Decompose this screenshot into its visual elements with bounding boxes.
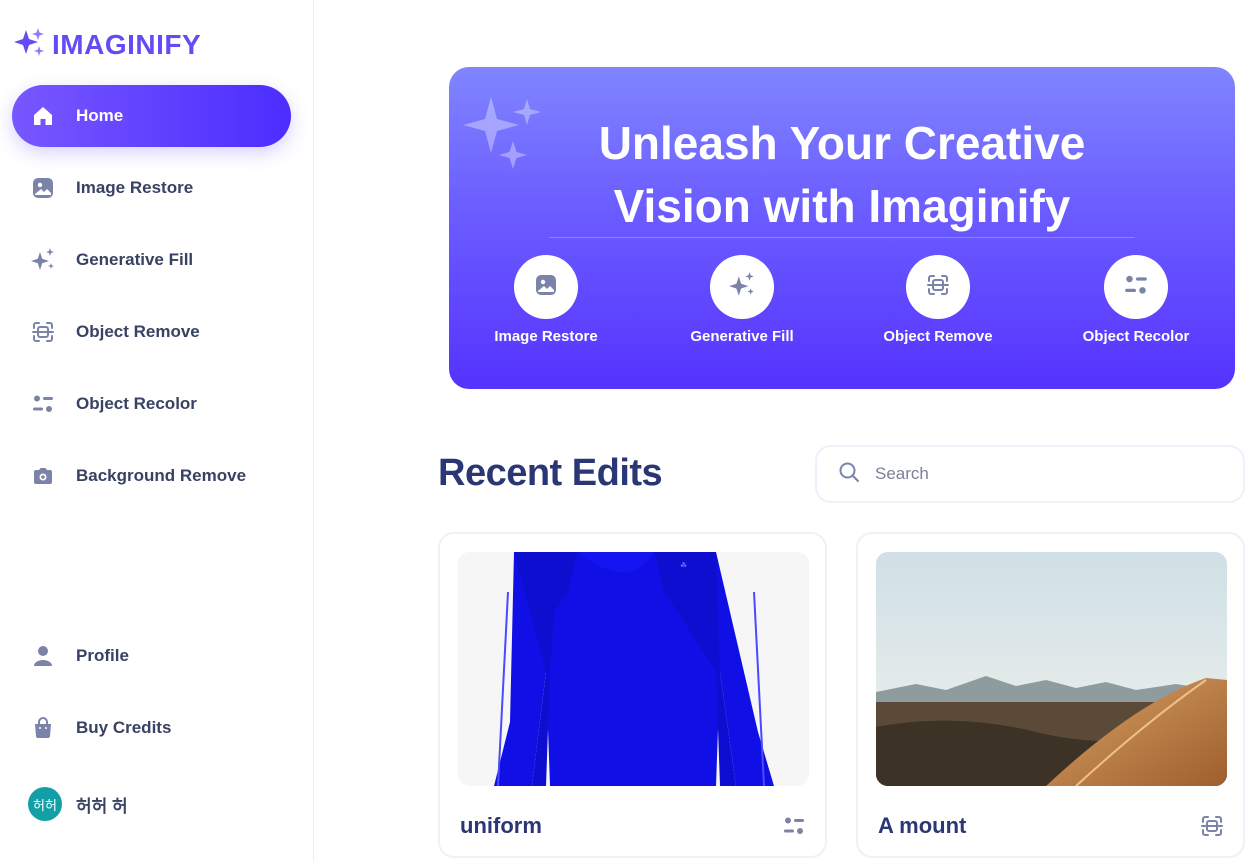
sidebar-item-label: Background Remove (76, 466, 247, 485)
sidebar-item-label: Object Recolor (76, 394, 197, 413)
sidebar-item-generative-fill[interactable]: Generative Fill (12, 229, 291, 291)
user-name: 허허 허 (76, 796, 128, 816)
sidebar-item-background-remove[interactable]: Background Remove (12, 445, 291, 507)
sidebar-item-buy-credits[interactable]: Buy Credits (12, 697, 291, 759)
sidebar-item-label: Object Remove (76, 322, 200, 341)
quick-link-label: Image Restore (494, 328, 598, 345)
image-card-a-mount[interactable]: A mount (856, 532, 1245, 858)
card-title: uniform (460, 813, 542, 838)
sidebar-item-home[interactable]: Home (12, 85, 291, 147)
image-icon (534, 273, 558, 302)
banner-title-line-1: Unleash Your Creative (598, 117, 1086, 169)
quick-link-object-remove[interactable]: Object Remove (853, 255, 1023, 345)
image-icon (30, 175, 56, 201)
profile-icon (30, 643, 56, 669)
scan-icon (1199, 813, 1225, 839)
quick-link-object-recolor[interactable]: Object Recolor (1051, 255, 1221, 345)
svg-text:☘: ☘ (680, 561, 687, 570)
filter-icon (1123, 272, 1149, 303)
sidebar-item-object-remove[interactable]: Object Remove (12, 301, 291, 363)
logo-text: IMAGINIFY (52, 28, 202, 60)
stars-icon (728, 271, 756, 304)
quick-link-circle[interactable] (514, 255, 578, 319)
sparkle-logo-icon (12, 26, 46, 63)
search-bar (815, 445, 1245, 503)
sidebar-item-profile[interactable]: Profile (12, 625, 291, 687)
quick-link-label: Object Recolor (1082, 328, 1190, 345)
search-icon (837, 460, 861, 489)
sidebar-item-object-recolor[interactable]: Object Recolor (12, 373, 291, 435)
logo[interactable]: IMAGINIFY (12, 26, 201, 63)
filter-icon (781, 813, 807, 839)
sidebar-item-label: Generative Fill (76, 250, 194, 269)
recent-edits-title: Recent Edits (438, 452, 663, 494)
image-card-uniform[interactable]: ☘ uniform (438, 532, 827, 858)
stars-icon (30, 247, 56, 273)
quick-link-circle[interactable] (906, 255, 970, 319)
quick-link-circle[interactable] (1104, 255, 1168, 319)
sidebar-item-label: Home (76, 106, 124, 125)
banner-title: Unleash Your Creative Vision with Imagin… (449, 112, 1235, 238)
quick-link-label: Generative Fill (690, 328, 794, 345)
quick-link-label: Object Remove (883, 328, 993, 345)
card-image-desert[interactable] (876, 552, 1227, 786)
quick-link-image-restore[interactable]: Image Restore (461, 255, 631, 345)
sidebar-item-label: Profile (76, 646, 129, 665)
sidebar-item-label: Buy Credits (76, 718, 172, 737)
camera-icon (30, 463, 56, 489)
card-title: A mount (878, 813, 967, 838)
sidebar-item-label: Image Restore (76, 178, 194, 197)
search-input[interactable] (875, 464, 1205, 484)
quick-link-circle[interactable] (710, 255, 774, 319)
quick-link-generative-fill[interactable]: Generative Fill (657, 255, 827, 345)
sidebar: IMAGINIFY Home Image Restore Generative … (0, 0, 314, 862)
user-menu[interactable]: 허허 허허 허 (12, 773, 291, 835)
bag-icon (30, 715, 56, 741)
hero-banner: Unleash Your Creative Vision with Imagin… (449, 67, 1235, 389)
card-image-blue-dress[interactable]: ☘ (458, 552, 809, 786)
scan-icon (926, 273, 950, 302)
sidebar-item-image-restore[interactable]: Image Restore (12, 157, 291, 219)
banner-title-line-2: Vision with Imaginify (613, 180, 1071, 232)
banner-divider (549, 237, 1135, 238)
home-icon (30, 103, 56, 129)
scan-icon (30, 319, 56, 345)
avatar[interactable]: 허허 (28, 787, 62, 821)
filter-icon (30, 391, 56, 417)
